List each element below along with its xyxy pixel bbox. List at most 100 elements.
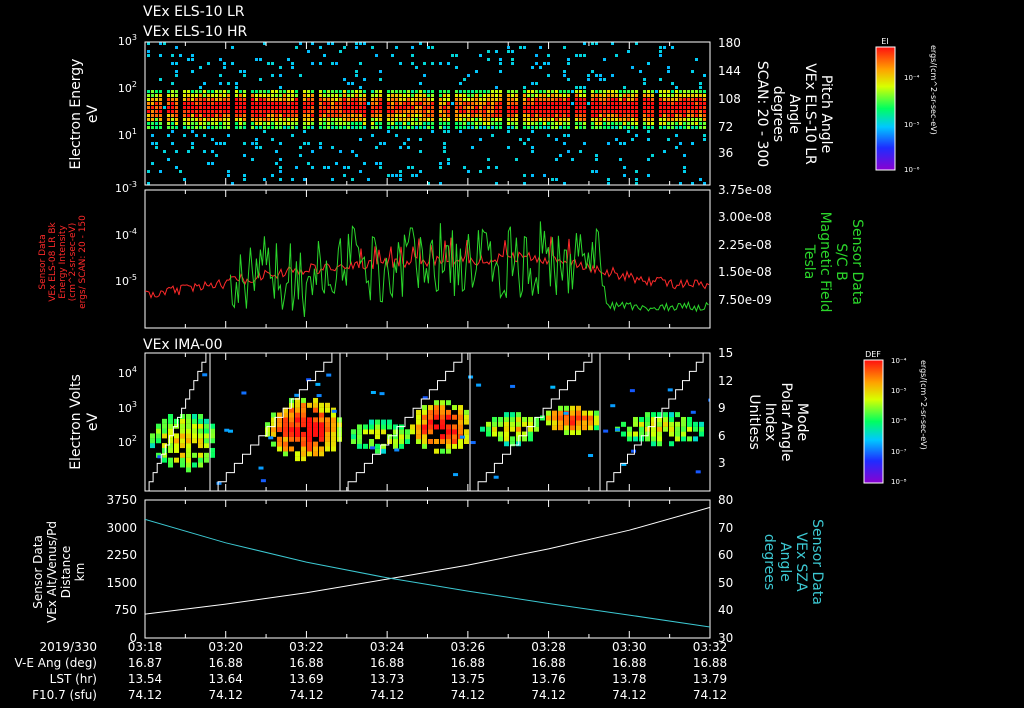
els-flux-cell	[263, 90, 266, 93]
els-flux-cell	[439, 126, 442, 129]
ima-flux-cell	[204, 452, 209, 458]
ima-flux-cell	[204, 433, 209, 439]
els-flux-cell	[227, 98, 230, 101]
ima-flux-cell	[316, 394, 322, 398]
els-flux-cell	[543, 98, 546, 101]
els-flux-cell	[483, 114, 486, 117]
els-flux-cell	[579, 94, 582, 97]
els-flux-cell	[191, 58, 194, 61]
els-flux-cell	[455, 66, 458, 69]
ima-flux-cell	[576, 405, 581, 411]
els-flux-cell	[367, 102, 370, 105]
els-flux-cell	[515, 158, 518, 161]
els-flux-cell	[599, 122, 602, 125]
els-flux-cell	[399, 94, 402, 97]
els-flux-cell	[499, 58, 502, 61]
ima-flux-cell	[516, 426, 521, 432]
ima-flux-cell	[675, 436, 680, 442]
els-flux-cell	[343, 114, 346, 117]
els-flux-cell	[243, 110, 246, 113]
els-flux-cell	[167, 158, 170, 161]
els-flux-cell	[343, 78, 346, 81]
els-flux-cell	[443, 126, 446, 129]
els-flux-cell	[311, 118, 314, 121]
els-flux-cell	[555, 158, 558, 161]
els-flux-cell	[235, 114, 238, 117]
ima-flux-cell	[458, 429, 463, 435]
panel1-right-tick-1: 144	[718, 64, 741, 78]
ima-flux-cell	[669, 416, 674, 422]
els-flux-cell	[475, 118, 478, 121]
els-flux-cell	[475, 126, 478, 129]
els-flux-cell	[699, 178, 702, 181]
els-flux-cell	[323, 118, 326, 121]
ima-flux-cell	[227, 429, 233, 433]
els-flux-cell	[159, 98, 162, 101]
els-flux-cell	[407, 114, 410, 117]
ima-flux-cell	[331, 427, 336, 433]
els-flux-cell	[351, 94, 354, 97]
ima-flux-cell	[422, 434, 427, 440]
els-flux-cell	[259, 118, 262, 121]
els-flux-cell	[407, 122, 410, 125]
els-flux-cell	[615, 110, 618, 113]
ima-flux-cell	[564, 405, 569, 411]
els-flux-cell	[415, 122, 418, 125]
els-flux-cell	[695, 98, 698, 101]
ima-flux-cell	[693, 426, 698, 432]
els-flux-cell	[659, 78, 662, 81]
els-flux-cell	[207, 110, 210, 113]
els-flux-cell	[463, 102, 466, 105]
els-flux-cell	[275, 126, 278, 129]
els-flux-cell	[491, 126, 494, 129]
footer-cell-f107: 74.12	[451, 688, 485, 702]
ima-flux-cell	[283, 441, 288, 447]
els-flux-cell	[343, 126, 346, 129]
els-flux-cell	[215, 98, 218, 101]
els-flux-cell	[323, 94, 326, 97]
els-flux-cell	[263, 122, 266, 125]
els-flux-cell	[203, 118, 206, 121]
els-flux-cell	[571, 102, 574, 105]
svg-text:Pitch Angle: Pitch Angle	[818, 75, 834, 153]
els-flux-cell	[271, 74, 274, 77]
panel1-left-tick-1: 102	[118, 80, 137, 95]
ima-flux-cell	[192, 418, 197, 424]
els-flux-cell	[463, 106, 466, 109]
els-flux-cell	[583, 86, 586, 89]
els-flux-cell	[659, 90, 662, 93]
els-flux-cell	[363, 118, 366, 121]
els-flux-cell	[303, 118, 306, 121]
els-flux-cell	[423, 62, 426, 65]
els-flux-cell	[307, 114, 310, 117]
ima-flux-cell	[295, 402, 300, 408]
ima-flux-cell	[162, 447, 167, 453]
els-flux-cell	[627, 130, 630, 133]
footer-cell-times: 03:32	[693, 640, 728, 654]
ima-flux-cell	[363, 443, 368, 449]
els-flux-cell	[631, 126, 634, 129]
els-flux-cell	[511, 98, 514, 101]
ima-flux-cell	[283, 422, 288, 428]
els-flux-cell	[539, 90, 542, 93]
ima-flux-cell	[633, 436, 638, 442]
els-flux-cell	[147, 126, 150, 129]
els-flux-cell	[331, 126, 334, 129]
els-flux-cell	[539, 94, 542, 97]
els-flux-cell	[495, 114, 498, 117]
ima-flux-cell	[202, 373, 208, 377]
ima-flux-cell	[313, 407, 318, 413]
ima-flux-cell	[325, 441, 330, 447]
els-flux-cell	[411, 94, 414, 97]
els-flux-cell	[351, 126, 354, 129]
els-flux-cell	[399, 62, 402, 65]
ima-flux-cell	[357, 438, 362, 444]
els-flux-cell	[415, 126, 418, 129]
els-flux-cell	[647, 98, 650, 101]
els-flux-cell	[415, 118, 418, 121]
els-flux-cell	[539, 98, 542, 101]
els-flux-cell	[175, 98, 178, 101]
ima-flux-cell	[588, 420, 593, 426]
els-flux-cell	[675, 114, 678, 117]
els-flux-cell	[511, 114, 514, 117]
